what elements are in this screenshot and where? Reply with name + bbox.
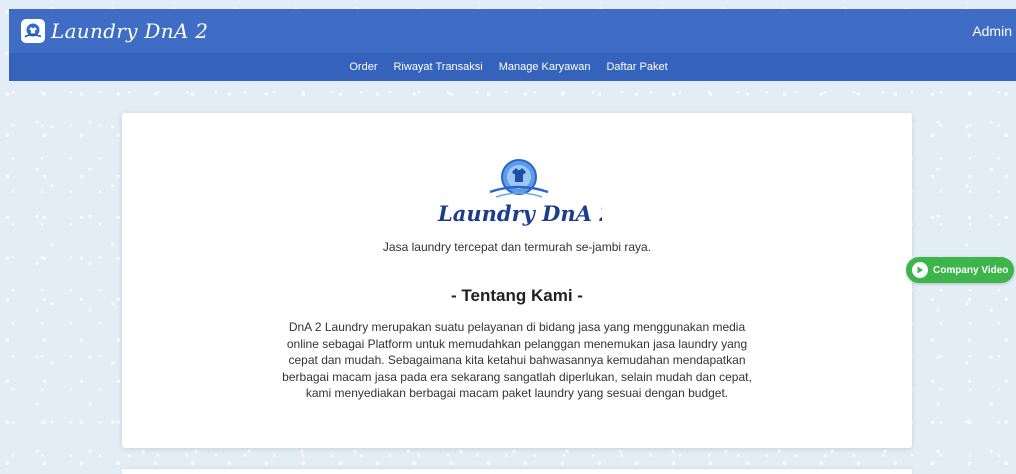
laundry-logo-icon xyxy=(21,19,45,43)
brand-name: Laundry DnA 2 xyxy=(51,19,209,43)
nav-item-daftar-paket[interactable]: Daftar Paket xyxy=(606,61,667,73)
nav-item-order[interactable]: Order xyxy=(349,61,377,73)
company-video-label: Company Video xyxy=(933,264,1009,276)
next-section-card xyxy=(122,469,912,474)
hero-logo: Laundry DnA 2 xyxy=(437,159,602,226)
about-text: DnA 2 Laundry merupakan suatu pelayanan … xyxy=(282,320,752,400)
about-title: - Tentang Kami - xyxy=(451,286,583,305)
play-icon xyxy=(912,262,928,278)
brand[interactable]: Laundry DnA 2 xyxy=(9,19,208,43)
nav-item-riwayat-transaksi[interactable]: Riwayat Transaksi xyxy=(393,61,482,73)
laundry-shirt-icon xyxy=(489,159,549,198)
nav-item-manage-karyawan[interactable]: Manage Karyawan xyxy=(499,61,591,73)
about-card: Laundry DnA 2 Jasa laundry tercepat dan … xyxy=(122,113,912,448)
top-header: Laundry DnA 2 Admin xyxy=(9,9,1016,53)
hero-logo-text: Laundry DnA 2 xyxy=(437,201,602,226)
admin-menu[interactable]: Admin xyxy=(972,23,1016,39)
hero-tagline: Jasa laundry tercepat dan termurah se-ja… xyxy=(382,240,652,254)
main-nav: Order Riwayat Transaksi Manage Karyawan … xyxy=(9,53,1016,81)
company-video-button[interactable]: Company Video xyxy=(906,257,1014,283)
